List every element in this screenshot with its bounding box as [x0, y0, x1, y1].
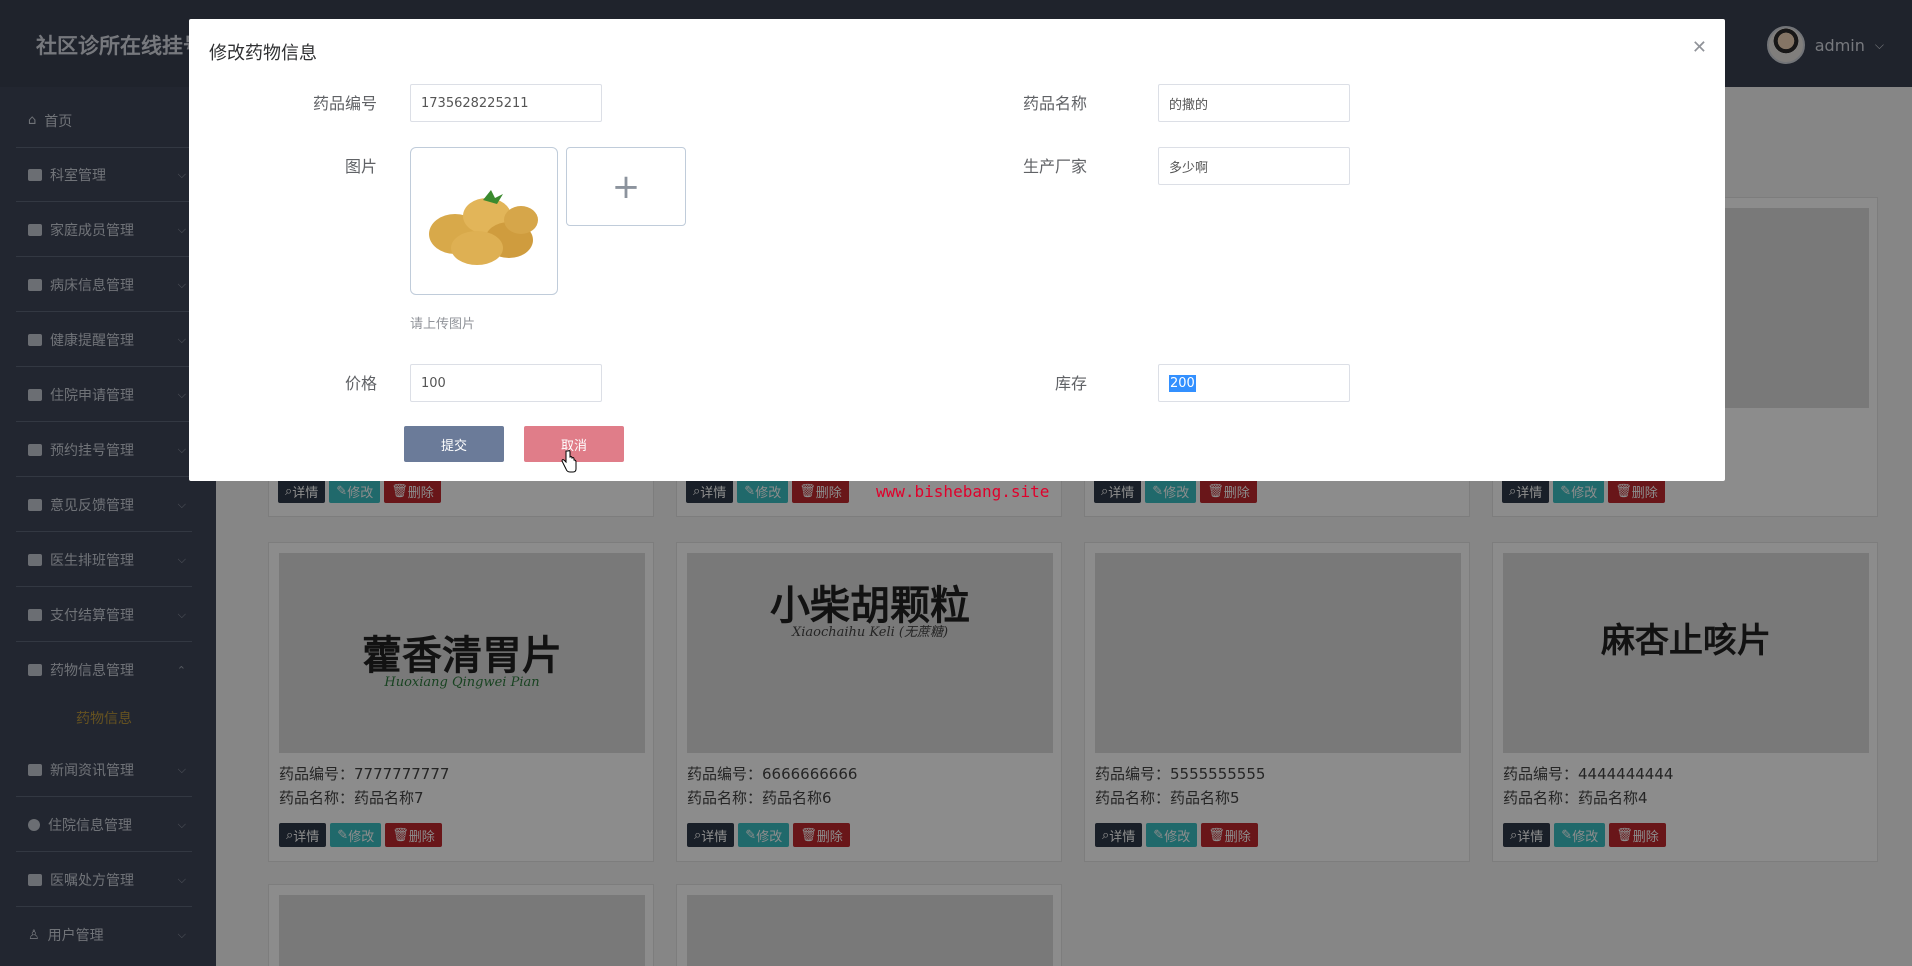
potato-image: [429, 190, 538, 265]
hand-cursor-icon: [561, 450, 577, 473]
submit-button[interactable]: 提交: [404, 426, 504, 462]
dialog-title: 修改药物信息: [209, 43, 317, 64]
stock-value-selected: 200: [1169, 374, 1196, 392]
name-label: 药品名称: [1022, 94, 1087, 113]
edit-drug-dialog: 修改药物信息 ✕ 药品编号 1735628225211 药品名称 的撒的 图片 …: [189, 19, 1725, 481]
stock-input[interactable]: 200: [1158, 364, 1350, 402]
maker-input[interactable]: 多少啊: [1158, 147, 1350, 185]
name-input[interactable]: 的撒的: [1158, 84, 1350, 122]
plus-icon: +: [611, 166, 641, 207]
close-icon[interactable]: ✕: [1692, 37, 1707, 58]
watermark: www.bishebang.site: [876, 482, 1050, 501]
price-label: 价格: [344, 374, 377, 393]
code-label: 药品编号: [312, 94, 377, 113]
price-input[interactable]: 100: [410, 364, 602, 402]
upload-add-button[interactable]: +: [566, 147, 686, 226]
image-label: 图片: [344, 157, 377, 176]
stock-label: 库存: [1054, 374, 1087, 393]
maker-label: 生产厂家: [1022, 157, 1087, 176]
uploaded-image[interactable]: [410, 147, 558, 295]
code-input[interactable]: 1735628225211: [410, 84, 602, 122]
upload-hint: 请上传图片: [410, 317, 476, 332]
